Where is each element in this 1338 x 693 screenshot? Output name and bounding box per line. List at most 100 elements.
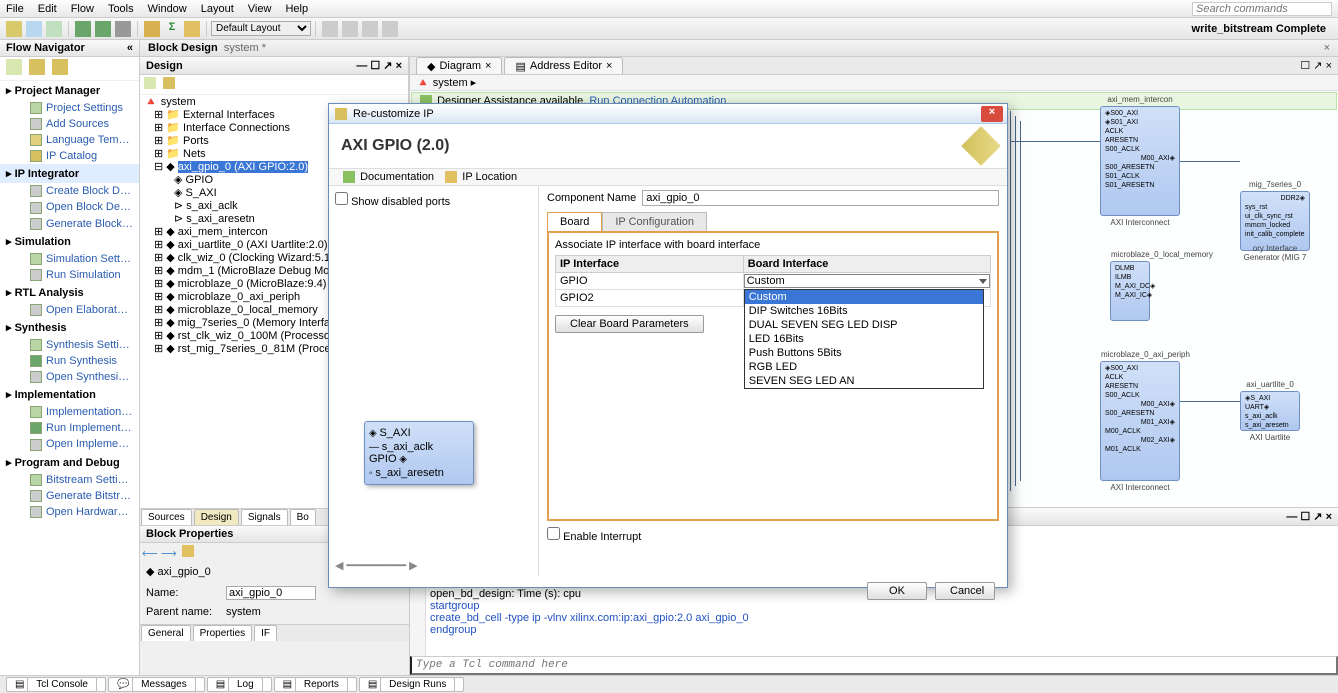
nav-imp[interactable]: ▸ Implementation <box>0 385 139 404</box>
nav-ip-catalog[interactable]: IP Catalog <box>0 148 139 164</box>
blk-tool-icon[interactable] <box>182 545 194 557</box>
dg-axi-mem-intercon[interactable]: axi_mem_intercon ◈S00_AXI◈S01_AXIACLKARE… <box>1100 106 1180 216</box>
tool-icon[interactable] <box>184 21 200 37</box>
nav-open-syn[interactable]: Open Synthesized Design <box>0 369 139 385</box>
nav-lang-templates[interactable]: Language Templates <box>0 132 139 148</box>
nav-gen-bd[interactable]: Generate Block Design <box>0 216 139 232</box>
dg-mig[interactable]: mig_7series_0 DDR2◈sys_rstui_clk_sync_rs… <box>1240 191 1310 251</box>
dd-opt-dual7seg[interactable]: DUAL SEVEN SEG LED DISP <box>745 318 983 332</box>
t3-icon[interactable] <box>362 21 378 37</box>
save-icon[interactable] <box>46 21 62 37</box>
comp-name-input[interactable] <box>642 190 999 206</box>
nav-open-bd[interactable]: Open Block Design <box>0 199 139 215</box>
menu-view[interactable]: View <box>248 3 272 15</box>
sigma-icon[interactable]: Σ <box>164 21 180 37</box>
search-commands-input[interactable] <box>1192 2 1332 16</box>
nav-rtl[interactable]: ▸ RTL Analysis <box>0 283 139 302</box>
nav-zoom-icon[interactable] <box>6 59 22 75</box>
menu-window[interactable]: Window <box>148 3 187 15</box>
nav-pd[interactable]: ▸ Program and Debug <box>0 453 139 472</box>
blk-tab-props[interactable]: Properties <box>193 625 253 641</box>
layout-select[interactable]: Default Layout <box>211 21 311 36</box>
dg-axi-periph[interactable]: microblaze_0_axi_periph ◈S00_AXIACLKARES… <box>1100 361 1180 481</box>
nav-expand-icon[interactable] <box>29 59 45 75</box>
src-exp-icon[interactable] <box>163 77 175 89</box>
nav-open-hw[interactable]: Open Hardware Manager <box>0 504 139 520</box>
modal-close-icon[interactable]: × <box>981 106 1003 122</box>
tab-ipconfig[interactable]: IP Configuration <box>602 212 707 231</box>
btab-dr[interactable]: ▤ Design Runs <box>359 677 465 692</box>
open-icon[interactable] <box>26 21 42 37</box>
btab-rep[interactable]: ▤ Reports <box>274 677 357 692</box>
src-tab-signals[interactable]: Signals <box>241 509 288 525</box>
tab-board[interactable]: Board <box>547 212 602 231</box>
nav-open-imp[interactable]: Open Implemented Design <box>0 436 139 452</box>
btab-tcl[interactable]: ▤ Tcl Console <box>6 677 106 692</box>
t1-icon[interactable] <box>322 21 338 37</box>
nav-ip-integrator[interactable]: ▸ IP Integrator <box>0 164 139 183</box>
dd-opt-7seg[interactable]: SEVEN SEG LED AN <box>745 374 983 388</box>
show-disabled-check[interactable]: Show disabled ports <box>335 196 450 208</box>
loc-link[interactable]: IP Location <box>462 171 517 183</box>
dd-opt-led[interactable]: LED 16Bits <box>745 332 983 346</box>
enable-interrupt-check[interactable]: Enable Interrupt <box>547 531 641 543</box>
src-tab-design[interactable]: Design <box>194 509 239 525</box>
ok-button[interactable]: OK <box>867 582 927 600</box>
menu-file[interactable]: File <box>6 3 24 15</box>
dd-opt-push[interactable]: Push Buttons 5Bits <box>745 346 983 360</box>
btab-log[interactable]: ▤ Log <box>207 677 272 692</box>
blk-tab-gen[interactable]: General <box>141 625 191 641</box>
menu-flow[interactable]: Flow <box>71 3 94 15</box>
dg-local-mem[interactable]: microblaze_0_local_memory DLMBILMBM_AXI_… <box>1110 261 1150 321</box>
tab-diagram[interactable]: ◆ Diagram × <box>416 57 502 74</box>
t2-icon[interactable] <box>342 21 358 37</box>
doc-link[interactable]: Documentation <box>360 171 434 183</box>
nav-syn[interactable]: ▸ Synthesis <box>0 318 139 337</box>
src-tab-board[interactable]: Bo <box>290 509 316 525</box>
menu-tools[interactable]: Tools <box>108 3 134 15</box>
tab-addr[interactable]: ▤ Address Editor × <box>504 57 623 74</box>
refresh-icon[interactable] <box>144 21 160 37</box>
nav-pm[interactable]: ▸ Project Manager <box>0 81 139 100</box>
src-zoom-icon[interactable] <box>144 77 156 89</box>
board-interface-list[interactable]: Custom DIP Switches 16Bits DUAL SEVEN SE… <box>744 289 984 389</box>
nav-run-sim[interactable]: Run Simulation <box>0 267 139 283</box>
nav-bit-settings[interactable]: Bitstream Settings <box>0 472 139 488</box>
bd-close-icon[interactable]: × <box>1324 42 1330 54</box>
nav-syn-settings[interactable]: Synthesis Settings <box>0 337 139 353</box>
nav-create-bd[interactable]: Create Block Design <box>0 183 139 199</box>
dd-opt-rgb[interactable]: RGB LED <box>745 360 983 374</box>
stop-icon[interactable] <box>115 21 131 37</box>
menu-help[interactable]: Help <box>285 3 308 15</box>
nav-collapse-icon[interactable] <box>52 59 68 75</box>
nav-imp-settings[interactable]: Implementation Settings <box>0 404 139 420</box>
nav-add-sources[interactable]: Add Sources <box>0 116 139 132</box>
dd-opt-dip[interactable]: DIP Switches 16Bits <box>745 304 983 318</box>
t4-icon[interactable] <box>382 21 398 37</box>
nav-sim[interactable]: ▸ Simulation <box>0 232 139 251</box>
new-icon[interactable] <box>6 21 22 37</box>
nav-run-imp[interactable]: Run Implementation <box>0 420 139 436</box>
board-interface-dropdown[interactable]: Custom <box>744 274 990 288</box>
run2-icon[interactable] <box>95 21 111 37</box>
tab-close-icon[interactable]: × <box>606 60 612 72</box>
tab-close-icon[interactable]: × <box>485 60 491 72</box>
menu-layout[interactable]: Layout <box>201 3 234 15</box>
cancel-button[interactable]: Cancel <box>935 582 995 600</box>
blk-tab-ip[interactable]: IF <box>254 625 277 641</box>
dd-opt-custom[interactable]: Custom <box>745 290 983 304</box>
src-tab-sources[interactable]: Sources <box>141 509 192 525</box>
nav-project-settings[interactable]: Project Settings <box>0 100 139 116</box>
clear-board-params-button[interactable]: Clear Board Parameters <box>555 315 704 333</box>
tcl-input[interactable] <box>410 656 1338 675</box>
tree-sel-axi-gpio[interactable]: axi_gpio_0 (AXI GPIO:2.0) <box>178 161 308 173</box>
blk-nav-back-icon[interactable]: ⟵ <box>142 548 158 560</box>
dg-uartlite[interactable]: axi_uartlite_0 ◈S_AXI UART◈s_axi_aclks_a… <box>1240 391 1300 431</box>
btab-msg[interactable]: 💬 Messages <box>108 677 205 692</box>
nav-open-elab[interactable]: Open Elaborated Design <box>0 302 139 318</box>
run-icon[interactable] <box>75 21 91 37</box>
blk-nav-fwd-icon[interactable]: ⟶ <box>161 548 177 560</box>
blk-name-input[interactable] <box>226 586 316 600</box>
menu-edit[interactable]: Edit <box>38 3 57 15</box>
nav-gen-bit[interactable]: Generate Bitstream <box>0 488 139 504</box>
